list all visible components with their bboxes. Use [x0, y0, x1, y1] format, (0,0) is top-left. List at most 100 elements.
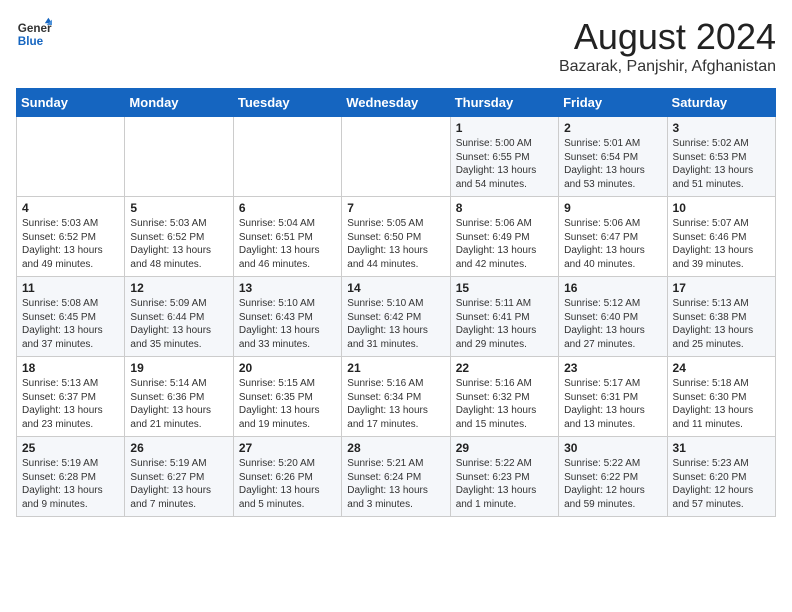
day-number: 30: [564, 441, 661, 455]
day-info: Sunrise: 5:03 AM Sunset: 6:52 PM Dayligh…: [130, 217, 227, 271]
day-number: 24: [673, 361, 770, 375]
week-row-4: 18Sunrise: 5:13 AM Sunset: 6:37 PM Dayli…: [17, 357, 776, 437]
day-number: 19: [130, 361, 227, 375]
day-info: Sunrise: 5:05 AM Sunset: 6:50 PM Dayligh…: [347, 217, 444, 271]
day-info: Sunrise: 5:21 AM Sunset: 6:24 PM Dayligh…: [347, 457, 444, 511]
calendar-cell: 10 Sunrise: 5:07 AM Sunset: 6:46 PM Dayli…: [667, 197, 775, 277]
calendar-cell: 11 Sunrise: 5:08 AM Sunset: 6:45 PM Dayli…: [17, 277, 125, 357]
day-info: Sunrise: 5:19 AM Sunset: 6:28 PM Dayligh…: [22, 457, 119, 511]
day-number: 17: [673, 281, 770, 295]
day-info: Sunrise: 5:13 AM Sunset: 6:37 PM Dayligh…: [22, 377, 119, 431]
day-number: 22: [456, 361, 553, 375]
day-info: Sunrise: 5:16 AM Sunset: 6:32 PM Dayligh…: [456, 377, 553, 431]
day-info: Sunrise: 5:18 AM Sunset: 6:30 PM Dayligh…: [673, 377, 770, 431]
day-info: Sunrise: 5:02 AM Sunset: 6:53 PM Dayligh…: [673, 137, 770, 191]
day-number: 21: [347, 361, 444, 375]
day-number: 1: [456, 121, 553, 135]
calendar-cell: 28 Sunrise: 5:21 AM Sunset: 6:24 PM Dayli…: [342, 437, 450, 517]
day-number: 29: [456, 441, 553, 455]
logo-icon: General Blue: [16, 16, 52, 52]
day-number: 9: [564, 201, 661, 215]
logo: General Blue: [16, 16, 56, 52]
calendar-cell: 15 Sunrise: 5:11 AM Sunset: 6:41 PM Dayli…: [450, 277, 558, 357]
day-number: 7: [347, 201, 444, 215]
day-info: Sunrise: 5:22 AM Sunset: 6:22 PM Dayligh…: [564, 457, 661, 511]
svg-text:General: General: [18, 22, 52, 35]
day-number: 2: [564, 121, 661, 135]
calendar-cell: 25 Sunrise: 5:19 AM Sunset: 6:28 PM Dayli…: [17, 437, 125, 517]
day-info: Sunrise: 5:07 AM Sunset: 6:46 PM Dayligh…: [673, 217, 770, 271]
day-info: Sunrise: 5:00 AM Sunset: 6:55 PM Dayligh…: [456, 137, 553, 191]
day-number: 26: [130, 441, 227, 455]
calendar-cell: 21 Sunrise: 5:16 AM Sunset: 6:34 PM Dayli…: [342, 357, 450, 437]
calendar-cell: 5 Sunrise: 5:03 AM Sunset: 6:52 PM Daylig…: [125, 197, 233, 277]
header-row: SundayMondayTuesdayWednesdayThursdayFrid…: [17, 89, 776, 117]
day-number: 14: [347, 281, 444, 295]
day-number: 3: [673, 121, 770, 135]
calendar-cell: 6Sunrise: 5:04 AM Sunset: 6:51 PM Daylig…: [233, 197, 341, 277]
header-cell-monday: Monday: [125, 89, 233, 117]
calendar-cell: 13 Sunrise: 5:10 AM Sunset: 6:43 PM Dayli…: [233, 277, 341, 357]
day-info: Sunrise: 5:13 AM Sunset: 6:38 PM Dayligh…: [673, 297, 770, 351]
day-number: 15: [456, 281, 553, 295]
day-number: 27: [239, 441, 336, 455]
calendar-cell: 19 Sunrise: 5:14 AM Sunset: 6:36 PM Dayli…: [125, 357, 233, 437]
calendar-cell: 18Sunrise: 5:13 AM Sunset: 6:37 PM Dayli…: [17, 357, 125, 437]
day-info: Sunrise: 5:23 AM Sunset: 6:20 PM Dayligh…: [673, 457, 770, 511]
day-number: 23: [564, 361, 661, 375]
week-row-3: 11 Sunrise: 5:08 AM Sunset: 6:45 PM Dayli…: [17, 277, 776, 357]
calendar-cell: [17, 117, 125, 197]
day-info: Sunrise: 5:08 AM Sunset: 6:45 PM Dayligh…: [22, 297, 119, 351]
calendar-cell: [342, 117, 450, 197]
day-info: Sunrise: 5:15 AM Sunset: 6:35 PM Dayligh…: [239, 377, 336, 431]
day-info: Sunrise: 5:20 AM Sunset: 6:26 PM Dayligh…: [239, 457, 336, 511]
day-info: Sunrise: 5:12 AM Sunset: 6:40 PM Dayligh…: [564, 297, 661, 351]
day-info: Sunrise: 5:16 AM Sunset: 6:34 PM Dayligh…: [347, 377, 444, 431]
calendar-cell: 2 Sunrise: 5:01 AM Sunset: 6:54 PM Daylig…: [559, 117, 667, 197]
day-info: Sunrise: 5:10 AM Sunset: 6:42 PM Dayligh…: [347, 297, 444, 351]
calendar-cell: 22 Sunrise: 5:16 AM Sunset: 6:32 PM Dayli…: [450, 357, 558, 437]
week-row-1: 1 Sunrise: 5:00 AM Sunset: 6:55 PM Daylig…: [17, 117, 776, 197]
day-number: 4: [22, 201, 119, 215]
calendar-cell: 12Sunrise: 5:09 AM Sunset: 6:44 PM Dayli…: [125, 277, 233, 357]
day-info: Sunrise: 5:17 AM Sunset: 6:31 PM Dayligh…: [564, 377, 661, 431]
day-number: 11: [22, 281, 119, 295]
calendar-cell: 23 Sunrise: 5:17 AM Sunset: 6:31 PM Dayli…: [559, 357, 667, 437]
calendar-cell: 7 Sunrise: 5:05 AM Sunset: 6:50 PM Daylig…: [342, 197, 450, 277]
day-number: 13: [239, 281, 336, 295]
day-info: Sunrise: 5:19 AM Sunset: 6:27 PM Dayligh…: [130, 457, 227, 511]
calendar-cell: 20Sunrise: 5:15 AM Sunset: 6:35 PM Dayli…: [233, 357, 341, 437]
calendar-cell: 16Sunrise: 5:12 AM Sunset: 6:40 PM Dayli…: [559, 277, 667, 357]
day-number: 28: [347, 441, 444, 455]
calendar-cell: 31Sunrise: 5:23 AM Sunset: 6:20 PM Dayli…: [667, 437, 775, 517]
location-subtitle: Bazarak, Panjshir, Afghanistan: [559, 58, 776, 76]
day-info: Sunrise: 5:14 AM Sunset: 6:36 PM Dayligh…: [130, 377, 227, 431]
svg-text:Blue: Blue: [18, 35, 44, 48]
day-info: Sunrise: 5:06 AM Sunset: 6:49 PM Dayligh…: [456, 217, 553, 271]
month-year-title: August 2024: [559, 16, 776, 58]
day-number: 10: [673, 201, 770, 215]
calendar-cell: 9Sunrise: 5:06 AM Sunset: 6:47 PM Daylig…: [559, 197, 667, 277]
day-info: Sunrise: 5:10 AM Sunset: 6:43 PM Dayligh…: [239, 297, 336, 351]
calendar-cell: 29Sunrise: 5:22 AM Sunset: 6:23 PM Dayli…: [450, 437, 558, 517]
calendar-cell: 8 Sunrise: 5:06 AM Sunset: 6:49 PM Daylig…: [450, 197, 558, 277]
page-header: General Blue August 2024 Bazarak, Panjsh…: [16, 16, 776, 76]
calendar-cell: 26 Sunrise: 5:19 AM Sunset: 6:27 PM Dayli…: [125, 437, 233, 517]
calendar-cell: 4Sunrise: 5:03 AM Sunset: 6:52 PM Daylig…: [17, 197, 125, 277]
day-info: Sunrise: 5:04 AM Sunset: 6:51 PM Dayligh…: [239, 217, 336, 271]
day-info: Sunrise: 5:01 AM Sunset: 6:54 PM Dayligh…: [564, 137, 661, 191]
calendar-table: SundayMondayTuesdayWednesdayThursdayFrid…: [16, 88, 776, 517]
day-number: 25: [22, 441, 119, 455]
title-block: August 2024 Bazarak, Panjshir, Afghanist…: [559, 16, 776, 76]
day-number: 5: [130, 201, 227, 215]
header-cell-tuesday: Tuesday: [233, 89, 341, 117]
week-row-2: 4 Sunrise: 5:03 AM Sunset: 6:52 PM Daylig…: [17, 197, 776, 277]
day-info: Sunrise: 5:11 AM Sunset: 6:41 PM Dayligh…: [456, 297, 553, 351]
day-number: 8: [456, 201, 553, 215]
calendar-cell: 1 Sunrise: 5:00 AM Sunset: 6:55 PM Daylig…: [450, 117, 558, 197]
calendar-cell: 24 Sunrise: 5:18 AM Sunset: 6:30 PM Dayli…: [667, 357, 775, 437]
header-cell-wednesday: Wednesday: [342, 89, 450, 117]
calendar-cell: 30 Sunrise: 5:22 AM Sunset: 6:22 PM Dayli…: [559, 437, 667, 517]
day-number: 12: [130, 281, 227, 295]
calendar-cell: 14 Sunrise: 5:10 AM Sunset: 6:42 PM Dayli…: [342, 277, 450, 357]
